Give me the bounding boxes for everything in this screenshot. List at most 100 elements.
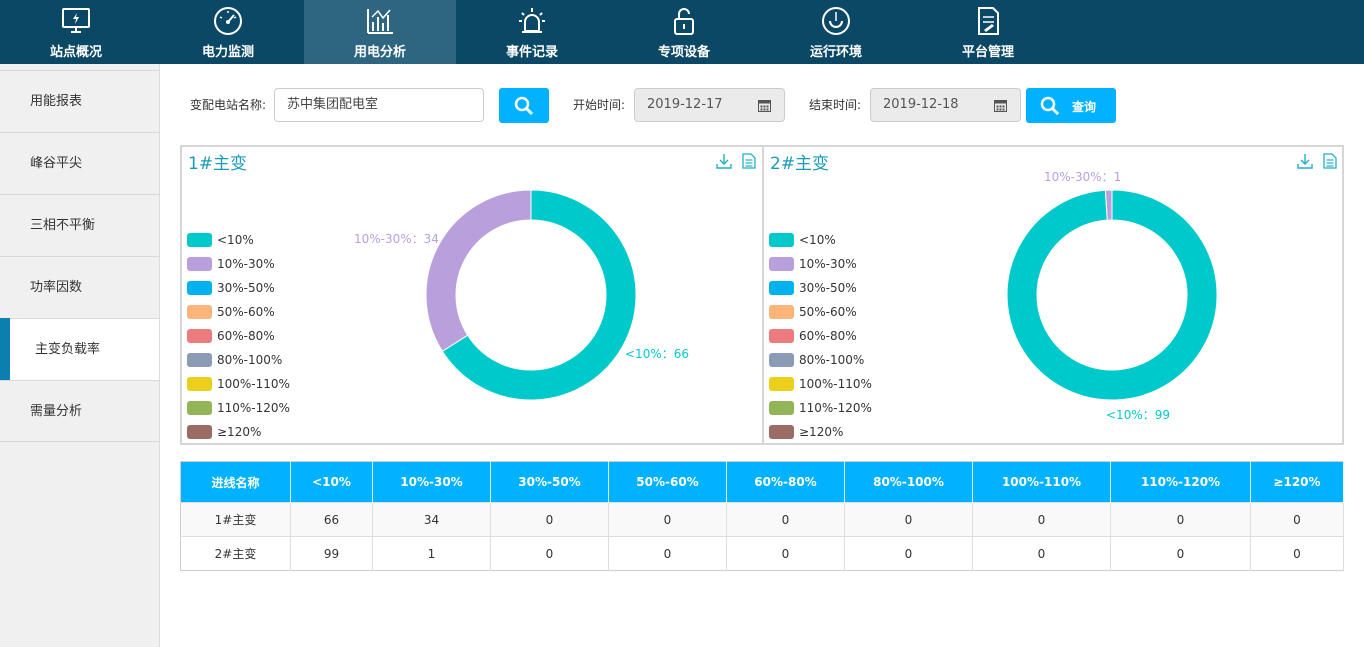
slice-label: <10%：99	[1106, 408, 1170, 422]
legend-item[interactable]: 100%-110%	[187, 377, 317, 391]
chart-icon	[367, 9, 393, 34]
legend-label: 10%-30%	[799, 257, 857, 271]
legend-label: 110%-120%	[799, 401, 872, 415]
download-icon[interactable]	[1297, 153, 1313, 169]
data-view-icon[interactable]	[1323, 153, 1337, 169]
legend-item[interactable]: 10%-30%	[187, 257, 317, 271]
lock-icon	[674, 8, 694, 35]
legend-label: <10%	[217, 233, 254, 247]
table-cell: 0	[1250, 536, 1344, 571]
legend-item[interactable]: ≥120%	[769, 425, 899, 439]
nav-item-usage-analysis[interactable]: 用电分析	[304, 0, 456, 64]
legend-swatch	[187, 233, 212, 247]
legend-item[interactable]: 30%-50%	[187, 281, 317, 295]
sidebar-item-label: 主变负载率	[35, 342, 101, 357]
table-cell: 0	[608, 536, 727, 571]
legend-swatch	[187, 305, 212, 319]
legend-item[interactable]: ≥120%	[187, 425, 317, 439]
legend-label: 50%-60%	[217, 305, 275, 319]
table-cell: 0	[608, 502, 727, 537]
chart-panel-1: 1#主变 <10% 10%-30% 30%-50% 50%-60% 60%-80% 80%…	[180, 145, 764, 445]
top-nav: 站点概况 电力监测 用电分析 事件记录 专项设备 运行环境 平台管理	[0, 0, 1364, 64]
legend-item[interactable]: 30%-50%	[769, 281, 899, 295]
active-indicator	[0, 318, 10, 380]
column-header: <10%	[290, 461, 373, 503]
sidebar-item-transformer-load-rate[interactable]: 主变负载率	[0, 318, 159, 380]
donut-slice[interactable]	[1006, 189, 1218, 401]
column-header: 80%-100%	[844, 461, 973, 503]
legend-swatch	[769, 257, 794, 271]
end-date-input[interactable]: 2019-12-18	[870, 88, 982, 122]
donut-chart	[1006, 189, 1218, 401]
sidebar-item-label: 峰谷平尖	[30, 156, 83, 171]
table-cell: 1#主变	[180, 502, 291, 537]
column-header: 100%-110%	[972, 461, 1111, 503]
legend-swatch	[187, 425, 212, 439]
legend-swatch	[769, 401, 794, 415]
table-cell: 1	[372, 536, 491, 571]
legend-item[interactable]: 60%-80%	[187, 329, 317, 343]
nav-item-environment[interactable]: 运行环境	[760, 0, 912, 64]
sidebar-item-three-phase-imbalance[interactable]: 三相不平衡	[0, 194, 159, 256]
legend-swatch	[769, 425, 794, 439]
legend-item[interactable]: <10%	[769, 233, 899, 247]
donut-slice[interactable]	[425, 189, 532, 352]
station-input[interactable]: 苏中集团配电室	[274, 88, 484, 122]
nav-item-platform-management[interactable]: 平台管理	[912, 0, 1064, 64]
legend-item[interactable]: 80%-100%	[769, 353, 899, 367]
legend-swatch	[187, 401, 212, 415]
legend-item[interactable]: 80%-100%	[187, 353, 317, 367]
column-header: ≥120%	[1250, 461, 1344, 503]
legend-swatch	[769, 305, 794, 319]
start-date-calendar-button[interactable]	[745, 88, 785, 122]
sidebar-item-demand-analysis[interactable]: 需量分析	[0, 380, 159, 442]
legend-label: 60%-80%	[799, 329, 857, 343]
column-header: 60%-80%	[726, 461, 845, 503]
sidebar-item-power-factor[interactable]: 功率因数	[0, 256, 159, 318]
start-time-label: 开始时间:	[573, 98, 626, 112]
legend-swatch	[769, 353, 794, 367]
nav-item-special-equipment[interactable]: 专项设备	[608, 0, 760, 64]
legend-item[interactable]: <10%	[187, 233, 317, 247]
legend-swatch	[769, 281, 794, 295]
table-cell: 0	[490, 536, 609, 571]
legend-swatch	[769, 377, 794, 391]
sidebar-item-label: 需量分析	[30, 404, 83, 419]
sidebar-item-label: 功率因数	[30, 280, 83, 295]
table-row: 1#主变 66 34 0 0 0 0 0 0 0	[180, 502, 1344, 537]
slice-label: 10%-30%：1	[1044, 170, 1122, 184]
query-button-label: 查询	[1072, 100, 1097, 114]
station-label: 变配电站名称:	[190, 98, 267, 112]
table-cell: 0	[972, 536, 1111, 571]
chart-panel-2: 2#主变 <10% 10%-30% 30%-50% 50%-60% 60%-80% 80%…	[762, 145, 1344, 445]
nav-label: 用电分析	[353, 45, 406, 60]
legend-item[interactable]: 50%-60%	[769, 305, 899, 319]
data-view-icon[interactable]	[742, 153, 756, 169]
legend-item[interactable]: 60%-80%	[769, 329, 899, 343]
chart-title: 2#主变	[770, 154, 830, 174]
calendar-icon	[994, 100, 1007, 112]
download-icon[interactable]	[716, 153, 732, 169]
table-cell: 34	[372, 502, 491, 537]
nav-item-power-monitoring[interactable]: 电力监测	[152, 0, 304, 64]
sidebar-item-peak-valley[interactable]: 峰谷平尖	[0, 132, 159, 194]
start-date-input[interactable]: 2019-12-17	[634, 88, 746, 122]
column-header: 10%-30%	[372, 461, 491, 503]
table-header-row: 进线名称 <10% 10%-30% 30%-50% 50%-60% 60%-80…	[180, 461, 1344, 503]
legend-label: 30%-50%	[217, 281, 275, 295]
sidebar-item-energy-report[interactable]: 用能报表	[0, 70, 159, 132]
table-cell: 0	[1250, 502, 1344, 537]
legend-item[interactable]: 110%-120%	[769, 401, 899, 415]
legend-swatch	[187, 353, 212, 367]
nav-item-event-log[interactable]: 事件记录	[456, 0, 608, 64]
nav-item-site-overview[interactable]: 站点概况	[0, 0, 152, 64]
legend-item[interactable]: 10%-30%	[769, 257, 899, 271]
query-button[interactable]: 查询	[1026, 88, 1116, 123]
legend-item[interactable]: 50%-60%	[187, 305, 317, 319]
nav-label: 事件记录	[505, 45, 558, 60]
legend-item[interactable]: 100%-110%	[769, 377, 899, 391]
legend-item[interactable]: 110%-120%	[187, 401, 317, 415]
end-date-calendar-button[interactable]	[981, 88, 1021, 122]
table-cell: 0	[726, 536, 845, 571]
station-search-button[interactable]	[499, 88, 549, 123]
